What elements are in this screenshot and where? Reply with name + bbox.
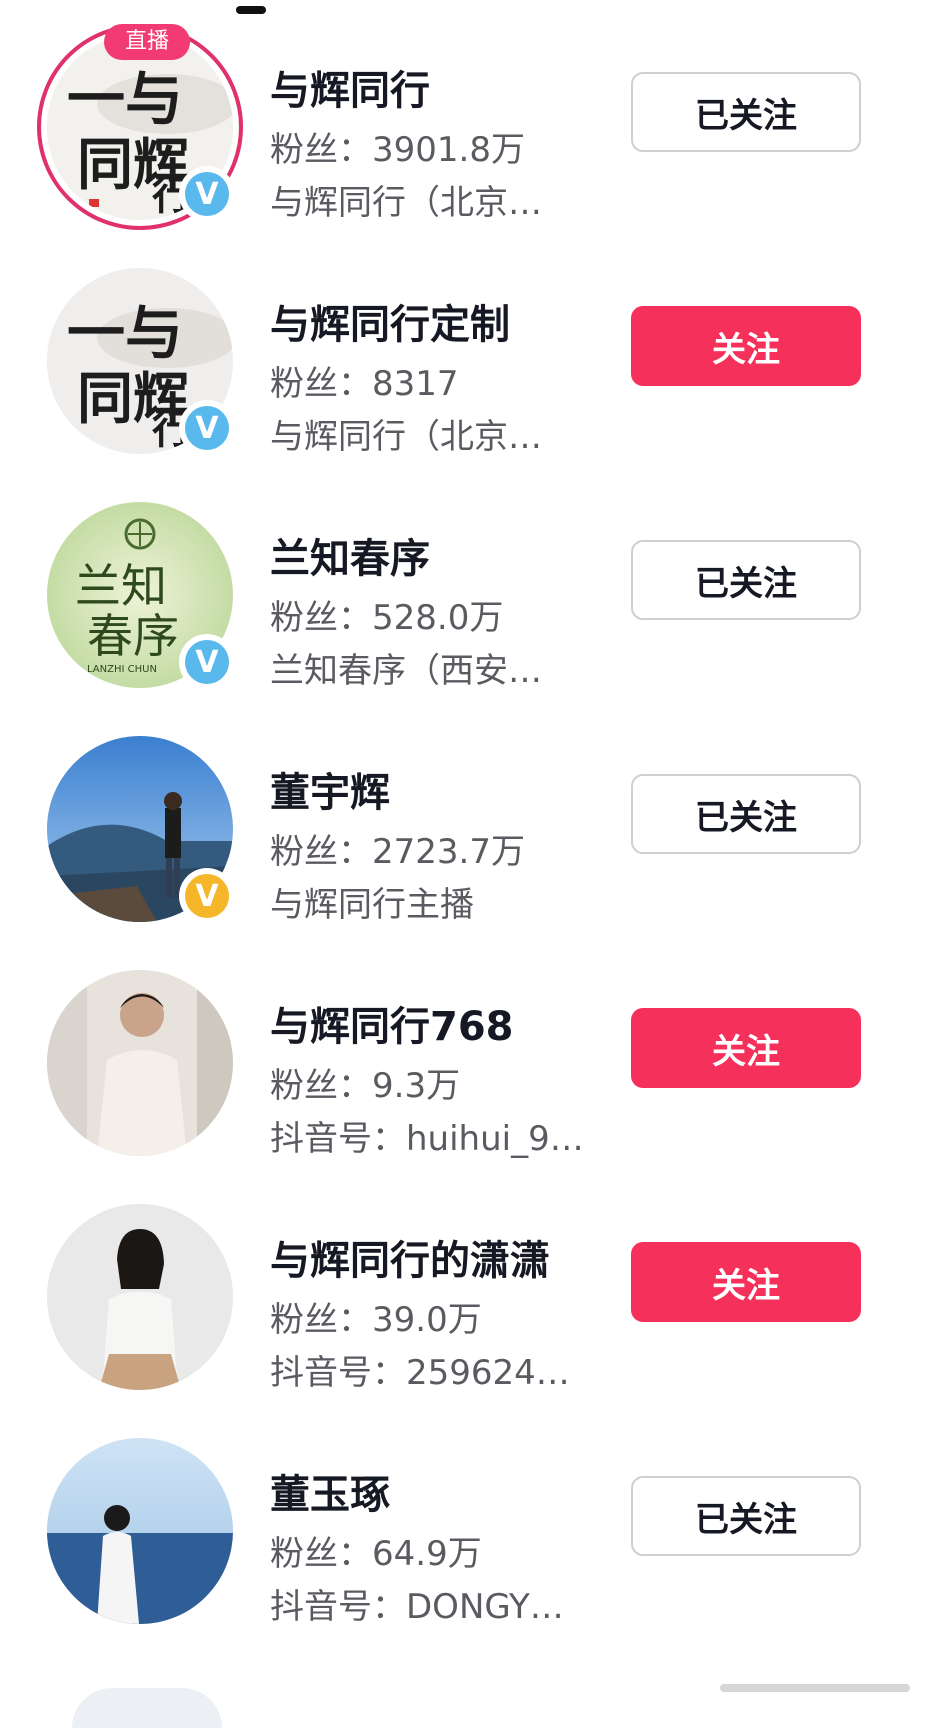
account-name: 董玉琢 xyxy=(270,1472,390,1518)
account-name: 董宇辉 xyxy=(270,770,390,816)
avatar[interactable] xyxy=(47,1204,233,1390)
list-item[interactable]: 一与 同辉 行 V 与辉同行定制 粉丝：8317 与辉同行（北京… 关注 xyxy=(0,234,930,468)
avatar-image-photo xyxy=(47,1438,233,1624)
avatar[interactable]: V xyxy=(47,736,235,924)
fans-count: 粉丝：528.0万 xyxy=(270,598,504,638)
verified-badge-icon: V xyxy=(179,400,235,456)
avatar[interactable]: 兰知 春序 LANZHI CHUN V xyxy=(47,502,235,690)
svg-text:一与: 一与 xyxy=(67,65,183,133)
account-subtitle: 抖音号：DONGY… xyxy=(270,1587,564,1627)
following-button[interactable]: 已关注 xyxy=(631,774,861,854)
verified-badge-icon: V xyxy=(179,634,235,690)
list-item[interactable]: 董玉琢 粉丝：64.9万 抖音号：DONGY… 已关注 xyxy=(0,1404,930,1638)
follow-button[interactable]: 关注 xyxy=(631,1242,861,1322)
svg-text:一与: 一与 xyxy=(67,299,183,367)
list-item[interactable]: 兰知 春序 LANZHI CHUN V 兰知春序 粉丝：528.0万 兰知春序（… xyxy=(0,468,930,702)
home-indicator[interactable] xyxy=(720,1684,910,1692)
list-item[interactable]: 与辉同行的潇潇 粉丝：39.0万 抖音号：259624… 关注 xyxy=(0,1170,930,1404)
avatar[interactable]: 一与 同辉 行 V xyxy=(47,268,235,456)
avatar-image-photo xyxy=(47,970,233,1156)
avatar[interactable] xyxy=(47,1438,233,1624)
account-subtitle: 与辉同行（北京… xyxy=(270,417,542,457)
account-subtitle: 兰知春序（西安… xyxy=(270,651,542,691)
fans-count: 粉丝：39.0万 xyxy=(270,1300,482,1340)
avatar[interactable] xyxy=(47,970,233,1156)
account-subtitle: 抖音号：huihui_9… xyxy=(270,1119,584,1159)
account-name: 与辉同行定制 xyxy=(270,302,510,348)
account-subtitle: 与辉同行主播 xyxy=(270,885,474,925)
live-badge: 直播 xyxy=(104,24,190,60)
follow-button[interactable]: 关注 xyxy=(631,1008,861,1088)
svg-text:兰知: 兰知 xyxy=(75,559,167,613)
account-name: 兰知春序 xyxy=(270,536,430,582)
following-button[interactable]: 已关注 xyxy=(631,540,861,620)
account-name: 与辉同行 xyxy=(270,68,430,114)
next-item-avatar-partial xyxy=(72,1688,222,1728)
fans-count: 粉丝：64.9万 xyxy=(270,1534,482,1574)
follow-button[interactable]: 关注 xyxy=(631,306,861,386)
svg-text:春序: 春序 xyxy=(87,609,179,663)
account-name: 与辉同行768 xyxy=(270,1004,514,1050)
avatar-image-photo xyxy=(47,1204,233,1390)
following-button[interactable]: 已关注 xyxy=(631,1476,861,1556)
verified-badge-icon: V xyxy=(179,166,235,222)
fans-count: 粉丝：9.3万 xyxy=(270,1066,461,1106)
avatar[interactable]: 一与 同辉 行 直播 V xyxy=(37,24,243,230)
account-name: 与辉同行的潇潇 xyxy=(270,1238,550,1284)
svg-text:LANZHI CHUN: LANZHI CHUN xyxy=(87,664,157,675)
fans-count: 粉丝：8317 xyxy=(270,364,459,404)
account-subtitle: 抖音号：259624… xyxy=(270,1353,570,1393)
account-subtitle: 与辉同行（北京… xyxy=(270,183,542,223)
verified-badge-icon: V xyxy=(179,868,235,924)
list-item[interactable]: V 董宇辉 粉丝：2723.7万 与辉同行主播 已关注 xyxy=(0,702,930,936)
fans-count: 粉丝：2723.7万 xyxy=(270,832,525,872)
following-button[interactable]: 已关注 xyxy=(631,72,861,152)
list-item[interactable]: 一与 同辉 行 直播 V 与辉同行 粉丝：3901.8万 与辉同行（北京… 已关… xyxy=(0,0,930,234)
fans-count: 粉丝：3901.8万 xyxy=(270,130,525,170)
list-item[interactable]: 与辉同行768 粉丝：9.3万 抖音号：huihui_9… 关注 xyxy=(0,936,930,1170)
